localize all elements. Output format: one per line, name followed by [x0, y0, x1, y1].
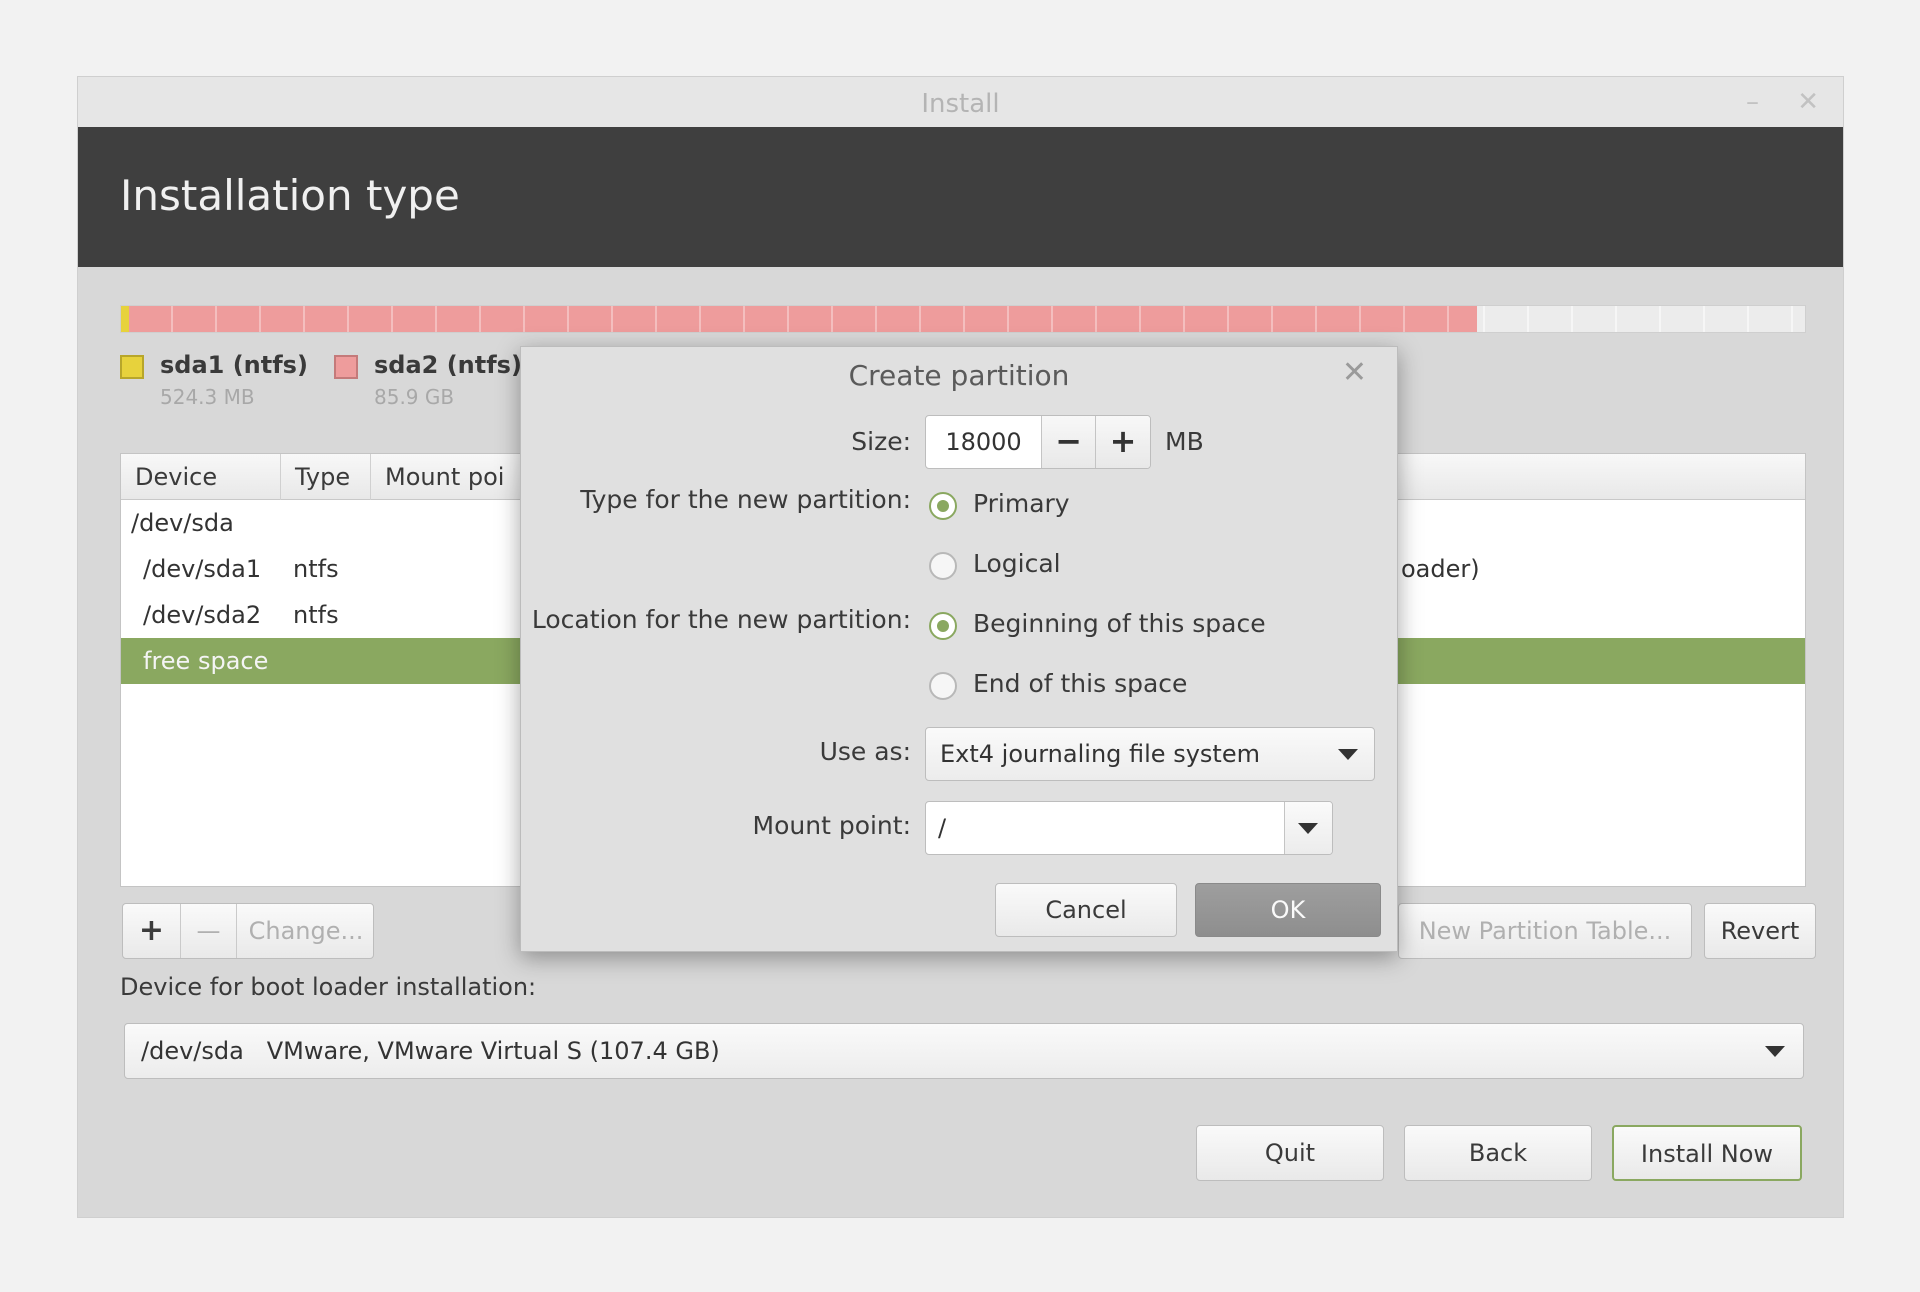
disk-segment-sda2 — [129, 306, 1477, 332]
use-as-select[interactable]: Ext4 journaling file system — [925, 727, 1375, 781]
ok-button[interactable]: OK — [1195, 883, 1381, 937]
device-cell: /dev/sda1 — [143, 555, 262, 583]
close-icon[interactable]: ✕ — [1797, 87, 1819, 117]
mount-point-label: Mount point: — [752, 811, 911, 840]
logical-radio-label[interactable]: Logical — [973, 549, 1061, 578]
new-partition-table-button[interactable]: New Partition Table... — [1398, 903, 1692, 959]
legend-label: sda1 (ntfs) — [160, 351, 308, 379]
size-spinner: 18000 − + — [925, 415, 1151, 469]
revert-button[interactable]: Revert — [1704, 903, 1816, 959]
back-button[interactable]: Back — [1404, 1125, 1592, 1181]
decrease-size-button[interactable]: − — [1042, 416, 1096, 468]
change-partition-button[interactable]: Change... — [237, 904, 373, 958]
system-cell: oader) — [1401, 555, 1480, 583]
device-cell: /dev/sda2 — [143, 601, 262, 629]
legend-size: 524.3 MB — [160, 385, 255, 409]
chevron-down-icon — [1298, 823, 1318, 834]
size-label: Size: — [851, 427, 911, 456]
close-icon[interactable]: ✕ — [1342, 355, 1367, 390]
size-unit: MB — [1165, 427, 1204, 456]
mount-point-dropdown-button[interactable] — [1284, 802, 1332, 854]
use-as-label: Use as: — [819, 737, 911, 766]
window-title: Install — [921, 89, 1000, 119]
cancel-button[interactable]: Cancel — [995, 883, 1177, 937]
legend-label: sda2 (ntfs) — [374, 351, 522, 379]
create-partition-dialog: Create partition ✕ Size: 18000 − + MB Ty… — [520, 346, 1398, 952]
legend-swatch-sda1 — [120, 355, 144, 379]
dialog-title: Create partition — [848, 359, 1070, 392]
quit-button[interactable]: Quit — [1196, 1125, 1384, 1181]
remove-partition-button[interactable]: — — [181, 904, 237, 958]
column-header-type[interactable]: Type — [281, 454, 371, 500]
mount-point-combo[interactable]: / — [925, 801, 1333, 855]
page-header: Installation type — [78, 127, 1843, 267]
logical-radio[interactable] — [929, 552, 957, 580]
boot-loader-label: Device for boot loader installation: — [120, 973, 537, 1001]
install-now-button[interactable]: Install Now — [1612, 1125, 1802, 1181]
legend-swatch-sda2 — [334, 355, 358, 379]
type-cell: ntfs — [293, 555, 339, 583]
legend-size: 85.9 GB — [374, 385, 455, 409]
mount-point-input[interactable]: / — [938, 802, 946, 854]
partition-location-label: Location for the new partition: — [531, 605, 911, 634]
beginning-radio[interactable] — [929, 612, 957, 640]
chevron-down-icon — [1765, 1046, 1785, 1057]
device-cell: /dev/sda — [131, 509, 234, 537]
boot-loader-value: /dev/sda VMware, VMware Virtual S (107.4… — [141, 1037, 720, 1065]
type-cell: ntfs — [293, 601, 339, 629]
use-as-value: Ext4 journaling file system — [940, 740, 1260, 768]
end-radio[interactable] — [929, 672, 957, 700]
page-title: Installation type — [120, 171, 460, 220]
size-input[interactable]: 18000 — [926, 416, 1042, 468]
partition-type-label: Type for the new partition: — [580, 485, 911, 514]
device-cell: free space — [143, 647, 269, 675]
end-radio-label[interactable]: End of this space — [973, 669, 1187, 698]
beginning-radio-label[interactable]: Beginning of this space — [973, 609, 1266, 638]
increase-size-button[interactable]: + — [1096, 416, 1150, 468]
disk-segment-sda1 — [121, 306, 130, 332]
disk-usage-bar — [120, 305, 1806, 333]
primary-radio-label[interactable]: Primary — [973, 489, 1070, 518]
boot-loader-select[interactable]: /dev/sda VMware, VMware Virtual S (107.4… — [124, 1023, 1804, 1079]
primary-radio[interactable] — [929, 492, 957, 520]
minimize-icon[interactable]: – — [1746, 87, 1759, 117]
partition-toolbar: + — Change... — [122, 903, 374, 959]
title-bar[interactable]: Install – ✕ — [78, 77, 1843, 127]
add-partition-button[interactable]: + — [123, 904, 181, 958]
chevron-down-icon — [1338, 749, 1358, 760]
column-header-device[interactable]: Device — [121, 454, 281, 500]
